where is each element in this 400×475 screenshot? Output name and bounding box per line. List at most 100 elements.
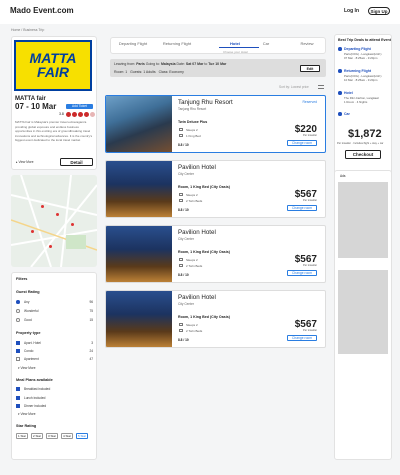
- event-logo-line-2: FAIR: [37, 64, 69, 80]
- star-filter-1[interactable]: 1 Star: [16, 433, 28, 439]
- step-car[interactable]: Car: [251, 41, 281, 46]
- step-returning-flight[interactable]: Returning Flight: [155, 41, 199, 46]
- going-label: Going to:: [145, 62, 160, 66]
- map-pin-icon[interactable]: [49, 245, 52, 248]
- guest-rating-good-count: 15: [89, 318, 93, 322]
- meal-lunch-checkbox[interactable]: [16, 396, 20, 400]
- property-apart-hotel-label: Apart. Hotel: [24, 341, 41, 345]
- meal-lunch-label: Lunch included: [24, 396, 46, 400]
- signup-button[interactable]: Sign Up: [368, 7, 390, 15]
- hotel-card[interactable]: Pavilion Hotel City Center Room, 1 King …: [105, 290, 326, 348]
- view-more-link[interactable]: ▸ View More: [16, 160, 34, 164]
- detail-button[interactable]: Detail: [60, 158, 93, 166]
- room-type: Room, 1 King Bed (City Oasis): [178, 315, 230, 319]
- step-departing-flight[interactable]: Departing Flight: [111, 41, 155, 46]
- property-apartment-checkbox[interactable]: [16, 357, 20, 361]
- property-type-title: Property type: [16, 331, 41, 335]
- sort-dropdown[interactable]: Sort by: Lowest price: [279, 85, 309, 89]
- room-type: Room, 1 King Bed (City Oasis): [178, 250, 230, 254]
- login-link[interactable]: Log In: [344, 8, 359, 14]
- map-pin-icon[interactable]: [71, 223, 74, 226]
- property-apartment-label: Apartment: [24, 357, 39, 361]
- step-active-underline: [219, 47, 259, 48]
- room-type: Twin Deluxe Plus: [178, 120, 208, 124]
- bed-icon: [179, 329, 183, 332]
- step-review[interactable]: Review: [287, 41, 327, 46]
- ad-slot[interactable]: [338, 182, 388, 258]
- sleeps-text: Sleeps 2: [186, 258, 198, 262]
- change-room-button[interactable]: Change room: [287, 335, 317, 341]
- meal-view-more-link[interactable]: ▾ View More: [18, 412, 36, 416]
- meal-breakfast-checkbox[interactable]: [16, 387, 20, 391]
- map-pin-icon[interactable]: [41, 205, 44, 208]
- guest-rating-any-radio[interactable]: [16, 300, 20, 304]
- search-room-line: Room: 1 Guests: 1 Adults Class: Economy: [114, 70, 184, 74]
- date-label: Date:: [176, 62, 185, 66]
- search-summary-bar: Leaving from: Paris Going to: Malaysia D…: [110, 59, 326, 77]
- property-apart-hotel-checkbox[interactable]: [16, 341, 20, 345]
- star-filter-5[interactable]: 5 Star: [76, 433, 88, 439]
- hotel-score: 8.8 / 10: [178, 208, 189, 212]
- checkout-button[interactable]: Checkout: [345, 150, 381, 159]
- guest-rating-good-radio[interactable]: [16, 318, 20, 322]
- star-icon: [78, 112, 83, 117]
- map-pin-icon[interactable]: [31, 230, 34, 233]
- star-rating-title: Star Rating: [16, 424, 37, 428]
- booking-steps: Departing Flight Returning Flight Hotel …: [110, 37, 326, 54]
- view-more-label: View More: [18, 160, 34, 164]
- map-roads: [11, 175, 97, 267]
- guest-rating-wonderful-radio[interactable]: [16, 309, 20, 313]
- event-logo: MATTA FAIR: [14, 40, 92, 91]
- star-filter-4[interactable]: 4 Star: [61, 433, 73, 439]
- event-map[interactable]: [11, 175, 97, 267]
- departing-flight-time: 07 Mar · 8:25am - 3:20pm: [344, 56, 378, 60]
- date-from-value: Sat 07 Mar: [185, 62, 204, 66]
- plane-icon: [338, 47, 342, 51]
- sleeps-icon: [179, 128, 183, 131]
- hotel-location: Tanjung Rhu Resort: [178, 107, 207, 111]
- add-ticket-button[interactable]: Add Ticket: [66, 104, 93, 109]
- bed-icon: [179, 134, 183, 137]
- leaving-value: Paris: [136, 62, 145, 66]
- property-view-more-label: View More: [20, 366, 36, 370]
- map-pin-icon[interactable]: [56, 213, 59, 216]
- price-per-traveller: Per traveller: [303, 134, 317, 137]
- property-apartment-count: 47: [89, 357, 93, 361]
- star-icon: [66, 112, 71, 117]
- hotel-card[interactable]: Pavilion Hotel City Center Room, 1 King …: [105, 225, 326, 283]
- top-bar: Mado Event.com Log In Sign Up: [0, 0, 400, 24]
- hotel-image: [106, 291, 172, 347]
- price-per-traveller: Per traveller: [303, 264, 317, 267]
- room-value: Room: 1: [114, 70, 128, 74]
- breadcrumb[interactable]: Home / Business Trip: [11, 28, 44, 32]
- sleeps-icon: [179, 323, 183, 326]
- hotel-location: City Center: [178, 302, 194, 306]
- hotel-card[interactable]: Pavilion Hotel City Center Room, 1 King …: [105, 160, 326, 218]
- returning-flight-label: Returning Flight: [344, 69, 372, 73]
- property-condo-count: 24: [89, 349, 93, 353]
- change-room-button[interactable]: Change room: [287, 140, 317, 146]
- filter-sort-icon[interactable]: [318, 85, 324, 89]
- change-room-button[interactable]: Change room: [287, 205, 317, 211]
- meal-breakfast-label: Breakfast included: [24, 387, 51, 391]
- guests-value: Guests: 1 Adults: [130, 70, 156, 74]
- hotel-image: [106, 161, 172, 217]
- site-logo[interactable]: Mado Event.com: [10, 6, 74, 15]
- guest-rating-good-label: Good: [24, 318, 32, 322]
- meal-dinner-checkbox[interactable]: [16, 404, 20, 408]
- property-view-more-link[interactable]: ▾ View More: [18, 366, 36, 370]
- star-filter-3[interactable]: 3 Star: [46, 433, 58, 439]
- property-apart-hotel-count: 3: [91, 341, 93, 345]
- change-room-button[interactable]: Change room: [287, 270, 317, 276]
- ad-slot[interactable]: [338, 270, 388, 354]
- property-condo-checkbox[interactable]: [16, 349, 20, 353]
- step-hotel[interactable]: Hotel: [215, 41, 255, 46]
- ads-label: Ads: [340, 174, 346, 178]
- hotel-image: [106, 96, 172, 152]
- star-filter-2[interactable]: 2 Star: [31, 433, 43, 439]
- hotel-card[interactable]: Tanjung Rhu Resort Tanjung Rhu Resort Re…: [105, 95, 326, 153]
- step-subtitle: Choose your Hotel: [223, 50, 248, 54]
- edit-search-button[interactable]: Edit: [300, 65, 320, 72]
- beds-text: 2 Twin Beds: [186, 329, 203, 333]
- hotel-location: City Center: [178, 172, 194, 176]
